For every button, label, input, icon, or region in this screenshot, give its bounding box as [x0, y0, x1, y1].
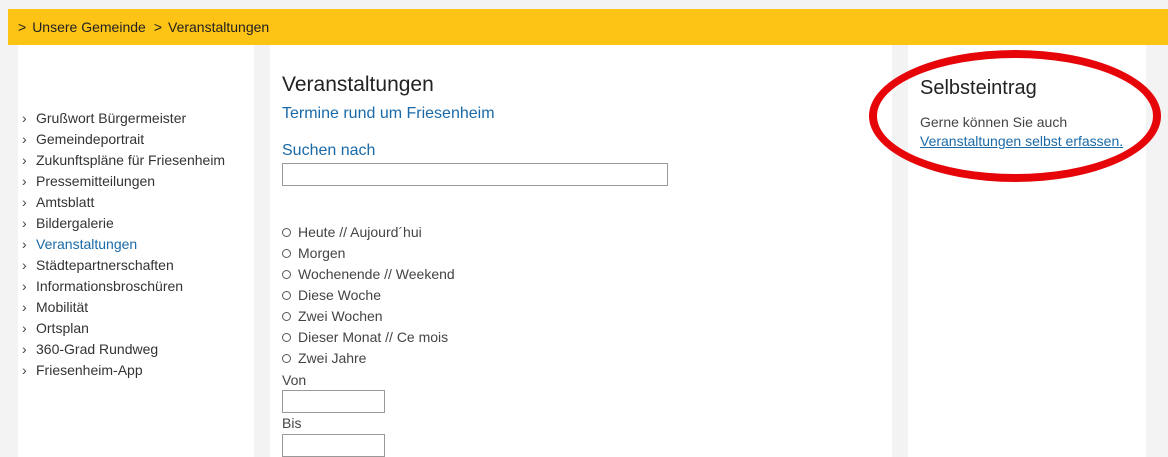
breadcrumb-item-veranstaltungen[interactable]: Veranstaltungen	[168, 19, 269, 35]
filter-option-heute[interactable]: Heute // Aujourd´hui	[282, 222, 455, 243]
radio-icon[interactable]	[282, 312, 291, 321]
from-label: Von	[282, 372, 307, 388]
chevron-right-icon: ›	[22, 320, 27, 336]
sidebar-item-bildergalerie[interactable]: › Bildergalerie	[22, 213, 225, 234]
page-subtitle: Termine rund um Friesenheim	[282, 105, 495, 122]
breadcrumb-separator: >	[18, 19, 27, 35]
chevron-right-icon: ›	[22, 110, 27, 126]
breadcrumb-separator: >	[153, 19, 162, 35]
chevron-right-icon: ›	[22, 341, 27, 357]
sidebar: › Grußwort Bürgermeister › Gemeindeportrai…	[18, 45, 254, 457]
self-entry-title: Selbsteintrag	[920, 77, 1037, 99]
filter-option-label: Heute // Aujourd´hui	[298, 224, 422, 240]
chevron-right-icon: ›	[22, 131, 27, 147]
chevron-right-icon: ›	[22, 278, 27, 294]
sidebar-item-label: Mobilität	[36, 299, 89, 315]
chevron-right-icon: ›	[22, 194, 27, 210]
radio-icon[interactable]	[282, 333, 291, 342]
sidebar-item-label: Veranstaltungen	[36, 236, 138, 252]
chevron-right-icon: ›	[22, 299, 27, 315]
sidebar-item-grusswort[interactable]: › Grußwort Bürgermeister	[22, 108, 225, 129]
filter-option-label: Wochenende // Weekend	[298, 266, 455, 282]
self-entry-link[interactable]: Veranstaltungen selbst erfassen	[920, 133, 1119, 149]
filter-option-zwei-jahre[interactable]: Zwei Jahre	[282, 348, 455, 369]
chevron-right-icon: ›	[22, 362, 27, 378]
filter-option-label: Zwei Wochen	[298, 308, 383, 324]
sidebar-item-label: Bildergalerie	[36, 215, 114, 231]
chevron-right-icon: ›	[22, 173, 27, 189]
filter-option-label: Morgen	[298, 245, 346, 261]
sidebar-item-friesenheim-app[interactable]: › Friesenheim-App	[22, 360, 225, 381]
chevron-right-icon: ›	[22, 215, 27, 231]
sidebar-item-label: Städtepartnerschaften	[36, 257, 174, 273]
self-entry-box: Selbsteintrag Gerne können Sie auch Vera…	[908, 45, 1146, 457]
radio-icon[interactable]	[282, 270, 291, 279]
radio-icon[interactable]	[282, 354, 291, 363]
filter-option-label: Dieser Monat // Ce mois	[298, 329, 449, 345]
sidebar-item-label: Zukunftspläne für Friesenheim	[36, 152, 226, 168]
sidebar-item-veranstaltungen[interactable]: › Veranstaltungen	[22, 234, 225, 255]
filter-option-morgen[interactable]: Morgen	[282, 243, 455, 264]
sidebar-item-label: 360-Grad Rundweg	[36, 341, 159, 357]
sidebar-item-label: Ortsplan	[36, 320, 89, 336]
radio-icon[interactable]	[282, 249, 291, 258]
sidebar-item-label: Grußwort Bürgermeister	[36, 110, 187, 126]
filter-option-diese-woche[interactable]: Diese Woche	[282, 285, 455, 306]
sidebar-item-staedtepartnerschaften[interactable]: › Städtepartnerschaften	[22, 255, 225, 276]
sidebar-item-ortsplan[interactable]: › Ortsplan	[22, 318, 225, 339]
sidebar-nav: › Grußwort Bürgermeister › Gemeindeportrai…	[22, 108, 225, 381]
radio-icon[interactable]	[282, 291, 291, 300]
sidebar-item-label: Gemeindeportrait	[36, 131, 145, 147]
filter-option-label: Zwei Jahre	[298, 350, 367, 366]
sidebar-item-label: Amtsblatt	[36, 194, 95, 210]
radio-icon[interactable]	[282, 228, 291, 237]
search-input[interactable]	[282, 163, 668, 186]
date-filter-options: Heute // Aujourd´hui Morgen Wochenende /…	[282, 222, 455, 369]
sidebar-item-amtsblatt[interactable]: › Amtsblatt	[22, 192, 225, 213]
filter-option-zwei-wochen[interactable]: Zwei Wochen	[282, 306, 455, 327]
filter-option-dieser-monat[interactable]: Dieser Monat // Ce mois	[282, 327, 455, 348]
chevron-right-icon: ›	[22, 257, 27, 273]
sidebar-item-gemeindeportrait[interactable]: › Gemeindeportrait	[22, 129, 225, 150]
chevron-right-icon: ›	[22, 152, 27, 168]
sidebar-item-pressemitteilungen[interactable]: › Pressemitteilungen	[22, 171, 225, 192]
sidebar-item-label: Friesenheim-App	[36, 362, 143, 378]
page-title: Veranstaltungen	[282, 73, 434, 96]
main-content: Veranstaltungen Termine rund um Friesenh…	[270, 45, 892, 457]
filter-option-wochenende[interactable]: Wochenende // Weekend	[282, 264, 455, 285]
sidebar-item-360-grad-rundweg[interactable]: › 360-Grad Rundweg	[22, 339, 225, 360]
sidebar-item-informationsbroschueren[interactable]: › Informationsbroschüren	[22, 276, 225, 297]
top-strip	[0, 0, 1168, 9]
filter-option-label: Diese Woche	[298, 287, 382, 303]
sidebar-item-label: Pressemitteilungen	[36, 173, 156, 189]
search-label: Suchen nach	[282, 142, 376, 159]
sidebar-item-zukunftsplaene[interactable]: › Zukunftspläne für Friesenheim	[22, 150, 225, 171]
sidebar-item-mobilitaet[interactable]: › Mobilität	[22, 297, 225, 318]
self-entry-link-suffix: .	[1119, 133, 1124, 149]
from-date-input[interactable]	[282, 390, 385, 413]
to-date-input[interactable]	[282, 434, 385, 457]
breadcrumb-item-unsere-gemeinde[interactable]: Unsere Gemeinde	[32, 19, 146, 35]
to-label: Bis	[282, 415, 302, 431]
self-entry-text: Gerne können Sie auch	[920, 114, 1068, 130]
chevron-right-icon: ›	[22, 236, 27, 252]
self-entry-link-row: Veranstaltungen selbst erfassen.	[920, 133, 1123, 149]
sidebar-item-label: Informationsbroschüren	[36, 278, 184, 294]
breadcrumb: > Unsere Gemeinde > Veranstaltungen	[8, 9, 1168, 45]
